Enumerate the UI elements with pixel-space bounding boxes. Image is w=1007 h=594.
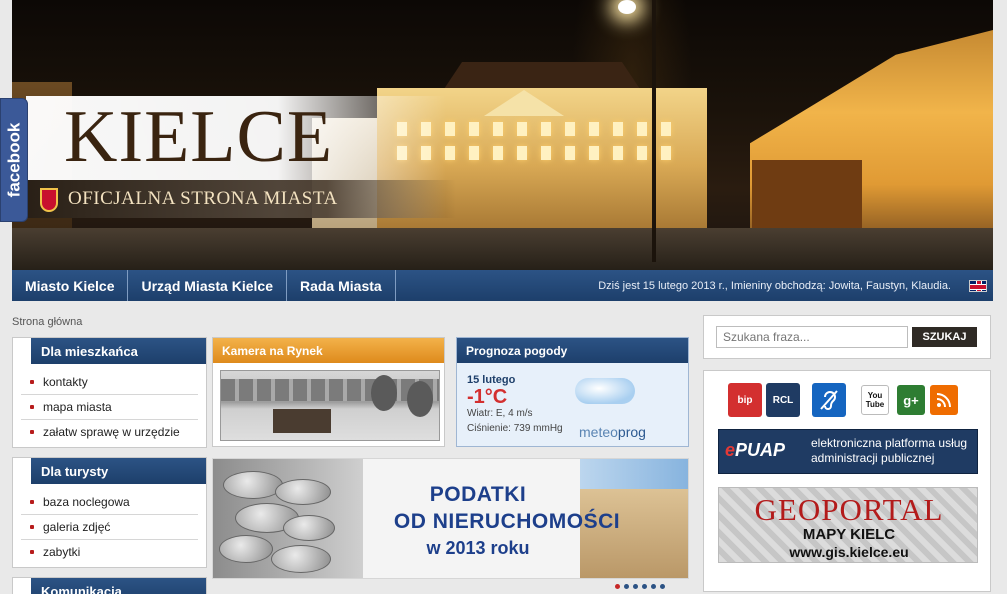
nav-item-miasto-kielce[interactable]: Miasto Kielce (12, 270, 129, 301)
epuap-logo: ePUAP (725, 440, 785, 461)
weather-title: Prognoza pogody (457, 338, 688, 363)
main-nav: Miasto Kielce Urząd Miasta Kielce Rada M… (12, 270, 993, 301)
epuap-logo-rest: PUAP (735, 440, 786, 460)
meteoprog-logo[interactable]: meteoprog (579, 424, 646, 440)
bip-icon[interactable]: bip (728, 383, 762, 417)
camera-monument (273, 409, 331, 433)
camera-title[interactable]: Kamera na Rynek (213, 338, 444, 363)
english-flag-icon[interactable] (969, 279, 987, 292)
epuap-logo-e: e (725, 440, 736, 460)
coins-image (213, 459, 363, 578)
banner-title-line2: OD NIERUCHOMOŚCI (393, 510, 621, 533)
cloud-icon (575, 378, 635, 404)
search-widget: SZUKAJ (703, 315, 991, 359)
banner-dot[interactable] (642, 584, 647, 589)
menu-transport-title: Komunikacja (13, 578, 206, 594)
date-nameday-text: Dziś jest 15 lutego 2013 r., Imieniny ob… (598, 279, 951, 292)
weather-temperature: -1°C (467, 386, 508, 408)
menu-residents-title: Dla mieszkańca (13, 338, 206, 364)
camera-snapshot[interactable] (220, 370, 440, 441)
banner-dot[interactable] (633, 584, 638, 589)
geoportal-subtitle: MAPY KIELC (802, 526, 896, 543)
weather-pressure: Ciśnienie: 739 mmHg (467, 423, 563, 434)
meteoprog-logo-suffix: prog (617, 424, 646, 440)
header-banner: KIELCE OFICJALNA STRONA MIASTA (12, 0, 993, 270)
bip-label: bip (737, 394, 753, 406)
geoportal-url: www.gis.kielce.eu (789, 544, 909, 560)
external-links-widget: bip RCL You Tube g+ ePUAP elektroniczna … (703, 370, 991, 592)
city-crest-icon (40, 188, 58, 212)
youtube-label: You Tube (865, 391, 885, 409)
facebook-tab-label: facebook (4, 122, 24, 198)
search-button[interactable]: SZUKAJ (912, 327, 977, 347)
epuap-description: elektroniczna platforma usług administra… (811, 436, 968, 465)
banner-dot[interactable] (624, 584, 629, 589)
rcl-icon[interactable]: RCL (766, 383, 800, 417)
menu-tourists: Dla turysty baza noclegowa galeria zdjęć… (12, 457, 207, 568)
banner-pagination (615, 584, 665, 589)
menu-tourists-title: Dla turysty (13, 458, 206, 484)
youtube-icon[interactable]: You Tube (861, 385, 889, 415)
street-lamp (618, 0, 636, 14)
google-plus-icon[interactable]: g+ (897, 385, 925, 415)
square-pavement (12, 228, 993, 270)
menu-item-kontakty[interactable]: kontakty (21, 370, 198, 395)
geoportal-banner[interactable]: GEOPORTAL MAPY KIELC www.gis.kielce.eu (718, 487, 978, 563)
menu-transport: Komunikacja (12, 577, 207, 594)
banner-dot[interactable] (615, 584, 620, 589)
menu-item-mapa-miasta[interactable]: mapa miasta (21, 395, 198, 420)
breadcrumb[interactable]: Strona główna (12, 316, 82, 328)
hearing-loop-icon[interactable] (812, 383, 846, 417)
building-arcade (752, 160, 862, 230)
nav-item-urzad-miasta[interactable]: Urząd Miasta Kielce (128, 270, 287, 301)
menu-item-galeria-zdjec[interactable]: galeria zdjęć (21, 515, 198, 540)
menu-item-baza-noclegowa[interactable]: baza noclegowa (21, 490, 198, 515)
site-logo-subtitle: OFICJALNA STRONA MIASTA (68, 188, 338, 209)
menu-item-zalatw-sprawe[interactable]: załatw sprawę w urzędzie (21, 420, 198, 444)
facebook-tab[interactable]: facebook (0, 98, 28, 222)
rcl-label: RCL (772, 394, 794, 406)
banner-dot[interactable] (660, 584, 665, 589)
menu-residents: Dla mieszkańca kontakty mapa miasta zała… (12, 337, 207, 448)
weather-widget: Prognoza pogody 15 lutego -1°C Wiatr: E,… (456, 337, 689, 447)
weather-wind: Wiatr: E, 4 m/s (467, 408, 533, 419)
search-input[interactable] (716, 326, 908, 348)
meteoprog-logo-prefix: meteo (579, 424, 618, 440)
promo-banner[interactable]: PODATKI OD NIERUCHOMOŚCI w 2013 roku (212, 458, 689, 579)
banner-title-line1: PODATKI (429, 483, 527, 506)
epuap-banner[interactable]: ePUAP elektroniczna platforma usług admi… (718, 429, 978, 474)
google-plus-label: g+ (903, 392, 919, 408)
banner-dot[interactable] (651, 584, 656, 589)
nav-item-rada-miasta[interactable]: Rada Miasta (287, 270, 396, 301)
geoportal-title: GEOPORTAL (754, 492, 944, 527)
lamp-pole (652, 0, 656, 262)
banner-title-line3: w 2013 roku (426, 538, 530, 558)
menu-item-zabytki[interactable]: zabytki (21, 540, 198, 564)
site-logo-title[interactable]: KIELCE (64, 100, 333, 174)
rss-icon[interactable] (930, 385, 958, 415)
camera-widget: Kamera na Rynek (212, 337, 445, 447)
weather-date: 15 lutego (467, 374, 516, 386)
